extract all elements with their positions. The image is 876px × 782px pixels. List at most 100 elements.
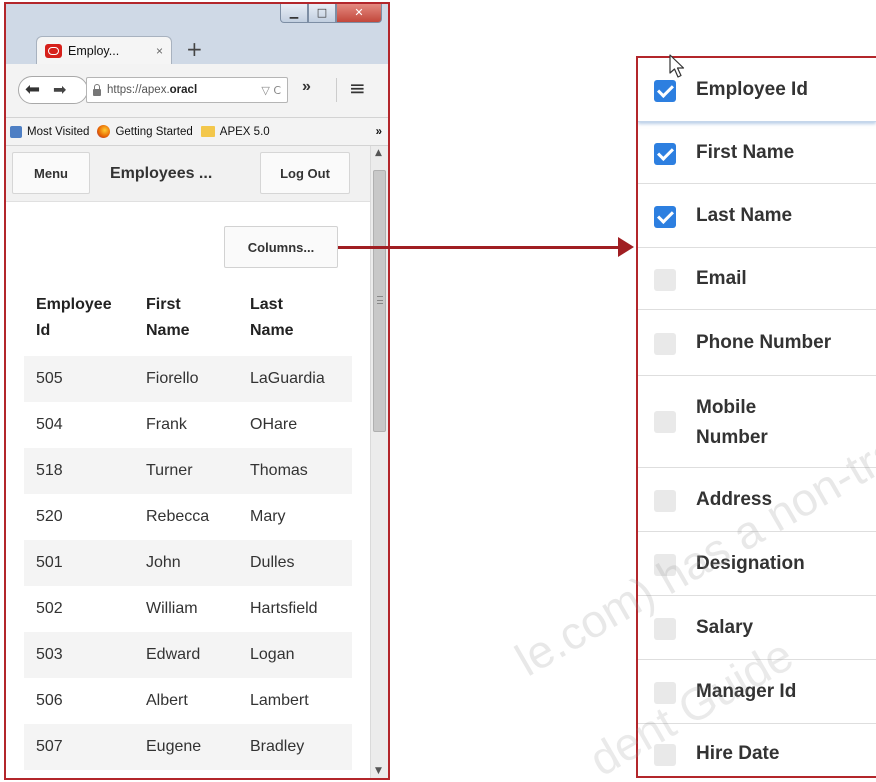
window-controls: ▁ □ ✕ — [280, 4, 382, 23]
browser-tab[interactable]: Employ... × — [36, 36, 172, 64]
checkbox-checked-icon[interactable] — [654, 206, 676, 228]
browser-window: ▁ □ ✕ Employ... × + ⬅ ➡ https://apex. ora… — [4, 2, 390, 780]
bookmark-label: Getting Started — [115, 125, 193, 138]
cell-employee-id: 503 — [24, 632, 134, 678]
cell-first-name: Albert — [134, 678, 238, 724]
table-row[interactable]: 518 Turner Thomas — [24, 448, 352, 494]
checkbox-unchecked-icon[interactable] — [654, 333, 676, 355]
table-row[interactable]: 506 Albert Lambert — [24, 678, 352, 724]
cell-employee-id: 507 — [24, 724, 134, 770]
scrollbar-thumb[interactable] — [373, 170, 386, 432]
table-row[interactable]: 507 Eugene Bradley — [24, 724, 352, 770]
bookmark-most-visited[interactable]: Most Visited — [10, 125, 90, 138]
new-tab-button[interactable]: + — [186, 37, 203, 61]
back-arrow-icon[interactable]: ⬅ — [25, 79, 40, 100]
column-option-label: Salary — [696, 617, 754, 638]
cell-first-name: Fiorello — [134, 356, 238, 402]
cell-last-name: OHare — [238, 402, 352, 448]
cell-last-name: Logan — [238, 632, 352, 678]
minimize-button[interactable]: ▁ — [280, 4, 308, 23]
columns-button[interactable]: Columns... — [224, 226, 338, 268]
cell-last-name: Mary — [238, 494, 352, 540]
cell-last-name: LaGuardia — [238, 356, 352, 402]
cell-employee-id: 505 — [24, 356, 134, 402]
close-window-button[interactable]: ✕ — [336, 4, 382, 23]
cell-last-name: Bradley — [238, 724, 352, 770]
cell-first-name: Rebecca — [134, 494, 238, 540]
cell-first-name: John — [134, 540, 238, 586]
cell-employee-id: 518 — [24, 448, 134, 494]
bookmarks-overflow-icon[interactable]: » — [376, 126, 382, 138]
checkbox-unchecked-icon[interactable] — [654, 269, 676, 291]
cell-employee-id: 501 — [24, 540, 134, 586]
toolbar-overflow-icon[interactable]: » — [302, 78, 311, 96]
bookmarks-toolbar: Most Visited Getting Started APEX 5.0 » — [6, 118, 388, 146]
cell-last-name: Dulles — [238, 540, 352, 586]
maximize-button[interactable]: □ — [308, 4, 336, 23]
cell-last-name: Lambert — [238, 678, 352, 724]
tab-title: Employ... — [68, 43, 120, 58]
cell-employee-id: 506 — [24, 678, 134, 724]
bookmark-apex[interactable]: APEX 5.0 — [200, 126, 270, 138]
cell-first-name: Eugene — [134, 724, 238, 770]
table-row[interactable]: 503 Edward Logan — [24, 632, 352, 678]
logout-button[interactable]: Log Out — [260, 152, 350, 194]
vertical-scrollbar[interactable]: ▲ ▼ — [370, 146, 388, 778]
toolbar-divider — [336, 78, 337, 102]
table-row[interactable]: 505 Fiorello LaGuardia — [24, 356, 352, 402]
column-option-label: Mobile Number — [696, 397, 768, 448]
table-row[interactable]: 504 Frank OHare — [24, 402, 352, 448]
column-option-first-name[interactable]: First Name — [638, 122, 876, 184]
apex-page: Menu Employees ... Log Out Columns... Em… — [6, 146, 370, 778]
cell-last-name: Hartsfield — [238, 586, 352, 632]
url-domain: oracl — [169, 84, 198, 96]
app-header: Menu Employees ... Log Out — [6, 146, 370, 202]
url-dropdown-reload-icon[interactable]: ▽ C — [261, 84, 281, 97]
most-visited-icon — [10, 125, 22, 138]
hamburger-menu-icon[interactable]: ≡ — [349, 76, 366, 100]
column-option-label: Phone Number — [696, 332, 832, 353]
cell-employee-id: 502 — [24, 586, 134, 632]
column-option-last-name[interactable]: Last Name — [638, 184, 876, 248]
table-row[interactable]: 501 John Dulles — [24, 540, 352, 586]
column-header-employee-id[interactable]: Employee Id — [24, 282, 134, 356]
column-header-first-name[interactable]: First Name — [134, 282, 238, 356]
firefox-icon — [97, 125, 111, 138]
tab-close-icon[interactable]: × — [156, 44, 163, 58]
checkbox-unchecked-icon[interactable] — [654, 490, 676, 512]
scrollbar-grip — [377, 296, 383, 304]
column-option-label: Employee Id — [696, 79, 808, 100]
checkbox-unchecked-icon[interactable] — [654, 411, 676, 433]
cell-employee-id: 504 — [24, 402, 134, 448]
cell-last-name: Thomas — [238, 448, 352, 494]
mouse-pointer-icon — [669, 54, 685, 78]
table-row[interactable]: 502 William Hartsfield — [24, 586, 352, 632]
bookmark-label: Most Visited — [27, 125, 90, 138]
bookmark-getting-started[interactable]: Getting Started — [97, 125, 193, 138]
url-bar[interactable]: https://apex. oracl ▽ C — [86, 77, 288, 103]
scroll-down-icon[interactable]: ▼ — [375, 766, 382, 776]
menu-button[interactable]: Menu — [12, 152, 90, 194]
table-row[interactable]: 520 Rebecca Mary — [24, 494, 352, 540]
connector-arrow-head-icon — [618, 237, 634, 257]
folder-icon — [200, 126, 215, 137]
column-option-email[interactable]: Email — [638, 248, 876, 310]
column-option-label: First Name — [696, 142, 795, 163]
cell-employee-id: 520 — [24, 494, 134, 540]
cell-first-name: Edward — [134, 632, 238, 678]
navigation-bar: ⬅ ➡ https://apex. oracl ▽ C » ≡ — [6, 64, 388, 118]
page-title: Employees ... — [110, 165, 213, 182]
scroll-up-icon[interactable]: ▲ — [375, 148, 382, 158]
checkbox-unchecked-icon[interactable] — [654, 618, 676, 640]
column-option-label: Hire Date — [696, 743, 780, 764]
column-option-label: Email — [696, 268, 747, 289]
column-option-label: Last Name — [696, 205, 793, 226]
forward-arrow-icon[interactable]: ➡ — [53, 80, 66, 99]
nav-buttons: ⬅ ➡ — [18, 76, 88, 104]
cell-first-name: Frank — [134, 402, 238, 448]
checkbox-checked-icon[interactable] — [654, 80, 676, 102]
column-header-last-name[interactable]: Last Name — [238, 282, 352, 356]
column-option-phone-number[interactable]: Phone Number — [638, 310, 876, 376]
oracle-favicon-icon — [45, 43, 62, 58]
checkbox-checked-icon[interactable] — [654, 143, 676, 165]
